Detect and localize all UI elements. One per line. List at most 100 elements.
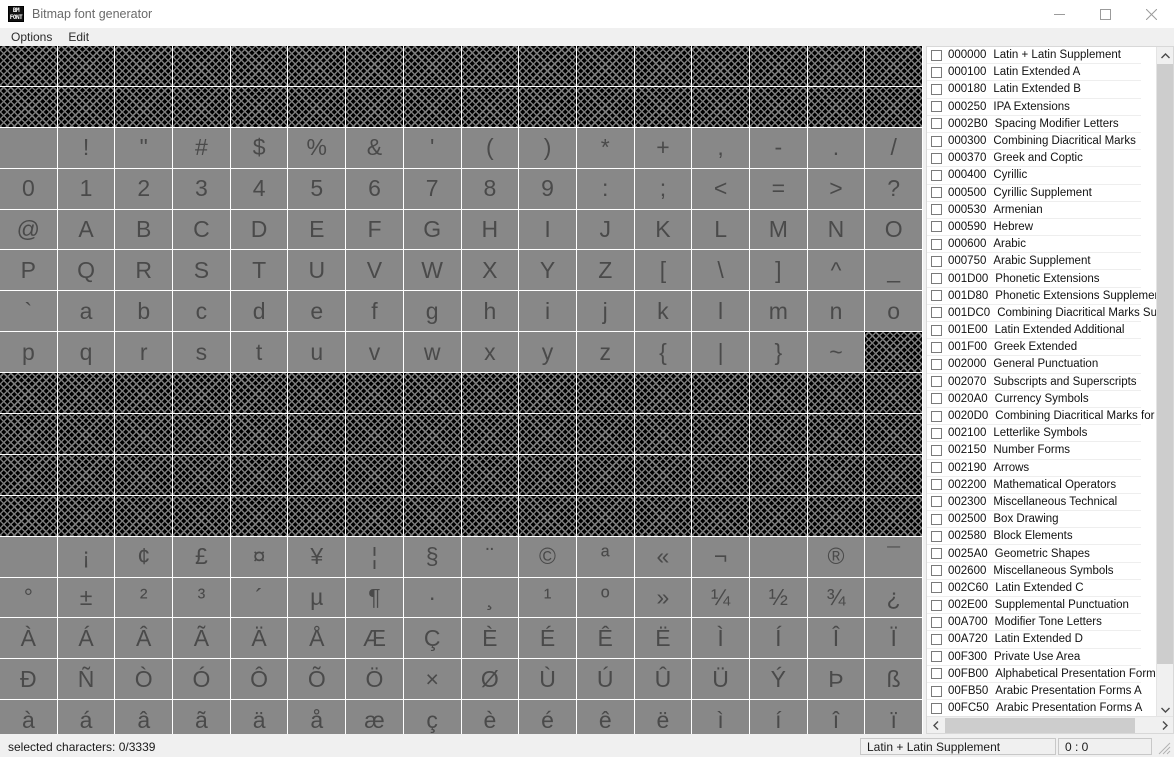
character-cell[interactable]: á [57,700,116,734]
character-cell[interactable]: Y [519,250,577,292]
block-checkbox[interactable] [931,66,942,78]
block-checkbox[interactable] [931,221,942,233]
character-cell[interactable]: Ñ [57,659,116,701]
character-cell[interactable] [0,536,58,578]
character-cell[interactable]: Î [807,618,866,660]
character-cell[interactable]: s [173,332,231,374]
block-checkbox[interactable] [931,599,942,611]
character-cell[interactable]: c [173,291,231,333]
list-item[interactable]: 00FC50 Arabic Presentation Forms A [927,700,1142,718]
list-item[interactable]: 000300 Combining Diacritical Marks [927,133,1141,151]
block-checkbox[interactable] [931,462,942,474]
character-cell[interactable]: = [749,168,808,210]
list-item[interactable]: 000100 Latin Extended A [927,64,1141,82]
character-cell[interactable]: ¬ [692,536,750,578]
character-cell[interactable]: ~ [807,332,866,374]
character-cell[interactable]: N [807,209,866,251]
list-item[interactable]: 0020A0 Currency Symbols [927,391,1141,408]
block-checkbox[interactable] [931,444,942,456]
character-cell[interactable]: Þ [807,659,866,701]
block-checkbox[interactable] [931,376,942,388]
list-item[interactable]: 002000 General Punctuation [927,356,1141,374]
character-cell[interactable]: î [807,700,866,734]
block-checkbox[interactable] [931,83,942,95]
character-cell[interactable]: ê [576,700,635,734]
character-cell[interactable]: 8 [461,168,520,210]
block-checkbox[interactable] [931,702,942,714]
list-item[interactable]: 0020D0 Combining Diacritical Marks for [927,408,1154,426]
character-cell[interactable]: T [230,250,289,292]
list-item[interactable]: 0025A0 Geometric Shapes [927,545,1141,563]
block-checkbox[interactable] [931,255,942,267]
list-item[interactable]: 002190 Arrows [927,460,1141,477]
unicode-blocks-list[interactable]: 000000 Latin + Latin Supplement 000100 Lati… [926,46,1174,734]
character-cell[interactable]: ´ [230,577,289,619]
block-checkbox[interactable] [931,393,942,405]
list-item[interactable]: 00A720 Latin Extended D [927,631,1141,649]
character-cell[interactable]: C [173,209,231,251]
character-cell[interactable]: t [230,332,289,374]
character-cell[interactable]: g [403,291,462,333]
block-checkbox[interactable] [931,273,942,285]
block-checkbox[interactable] [931,290,942,302]
character-cell[interactable]: Ù [519,659,577,701]
list-item[interactable]: 000250 IPA Extensions [927,99,1141,116]
character-cell[interactable]: O [865,209,923,251]
blocks-horizontal-scrollbar[interactable] [927,716,1173,733]
character-cell[interactable]: Ò [115,659,174,701]
block-checkbox[interactable] [931,204,942,216]
block-checkbox[interactable] [931,358,942,370]
character-cell[interactable]: D [230,209,289,251]
character-cell[interactable]: > [807,168,866,210]
block-checkbox[interactable] [931,324,942,336]
character-cell[interactable]: h [461,291,520,333]
character-cell[interactable]: K [634,209,693,251]
blocks-hscroll-thumb[interactable] [945,718,1135,733]
list-item[interactable]: 00FB00 Alphabetical Presentation Forms [927,666,1161,683]
character-cell[interactable]: ¨ [461,536,520,578]
character-cell[interactable]: ¿ [865,577,923,619]
character-cell[interactable]: M [749,209,808,251]
character-cell[interactable]: b [115,291,174,333]
character-cell[interactable]: ¾ [807,577,866,619]
character-cell[interactable]: f [346,291,404,333]
minimize-icon[interactable] [1036,0,1082,28]
character-cell[interactable]: £ [173,536,231,578]
block-checkbox[interactable] [931,101,942,113]
block-checkbox[interactable] [931,530,942,542]
blocks-vertical-scrollbar[interactable] [1156,47,1173,718]
character-cell[interactable]: 9 [519,168,577,210]
list-item[interactable]: 002E00 Supplemental Punctuation [927,597,1141,615]
resize-grip[interactable] [1154,738,1172,755]
block-checkbox[interactable] [931,152,942,164]
character-cell[interactable]: Æ [346,618,404,660]
character-cell[interactable]: ½ [749,577,808,619]
character-cell[interactable]: i [519,291,577,333]
character-cell[interactable]: ¹ [519,577,577,619]
character-cell[interactable]: ® [807,536,866,578]
list-item[interactable]: 00F300 Private Use Area [927,649,1141,666]
character-cell[interactable]: ¢ [115,536,174,578]
block-checkbox[interactable] [931,633,942,645]
character-cell[interactable]: v [346,332,404,374]
character-cell[interactable]: r [115,332,174,374]
list-item[interactable]: 002070 Subscripts and Superscripts [927,374,1141,391]
block-checkbox[interactable] [931,49,942,61]
block-checkbox[interactable] [931,341,942,353]
character-cell[interactable]: ^ [807,250,866,292]
character-cell[interactable]: ä [230,700,289,734]
character-cell[interactable]: / [865,127,923,169]
character-cell[interactable]: A [57,209,116,251]
character-cell[interactable]: æ [346,700,404,734]
list-item[interactable]: 000600 Arabic [927,236,1141,254]
character-cell[interactable]: ¦ [346,536,404,578]
character-cell[interactable]: # [173,127,231,169]
scroll-up-icon[interactable] [1157,47,1173,64]
menu-item-options[interactable]: Options [3,28,60,46]
character-cell[interactable]: L [692,209,750,251]
character-cell[interactable]: J [576,209,635,251]
character-cell[interactable]: ³ [173,577,231,619]
character-cell[interactable]: a [57,291,116,333]
character-cell[interactable]: 7 [403,168,462,210]
character-cell[interactable]: ) [519,127,577,169]
